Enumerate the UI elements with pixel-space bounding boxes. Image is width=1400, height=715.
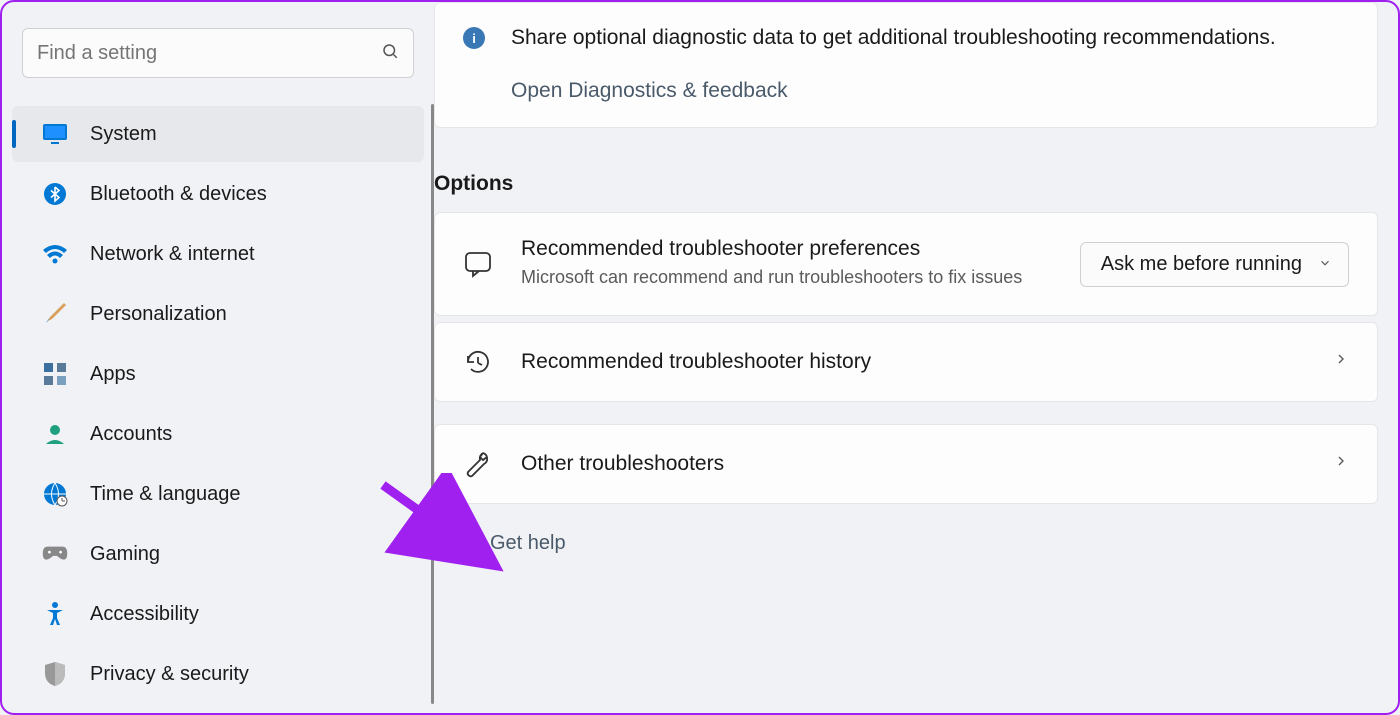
sidebar-item-label: Gaming xyxy=(90,543,160,566)
sidebar-item-label: Time & language xyxy=(90,483,240,506)
chevron-right-icon xyxy=(1333,453,1349,474)
sidebar-item-label: System xyxy=(90,123,157,146)
option-other-troubleshooters[interactable]: Other troubleshooters xyxy=(434,424,1378,504)
chat-icon xyxy=(463,249,493,279)
sidebar-nav: System Bluetooth & devices Network & int… xyxy=(2,104,434,704)
sidebar-item-label: Accessibility xyxy=(90,603,199,626)
accessibility-icon xyxy=(42,601,68,627)
person-icon xyxy=(42,421,68,447)
sidebar-item-label: Network & internet xyxy=(90,243,255,266)
sidebar-item-label: Bluetooth & devices xyxy=(90,183,267,206)
brush-icon xyxy=(42,301,68,327)
get-help-link[interactable]: Get help xyxy=(490,532,566,555)
dropdown-value: Ask me before running xyxy=(1101,253,1302,276)
chevron-right-icon xyxy=(1333,351,1349,372)
wrench-icon xyxy=(463,449,493,479)
open-diagnostics-link[interactable]: Open Diagnostics & feedback xyxy=(511,79,1349,103)
sidebar-scrollbar[interactable] xyxy=(431,104,434,704)
sidebar-item-accounts[interactable]: Accounts xyxy=(12,406,424,462)
sidebar-item-apps[interactable]: Apps xyxy=(12,346,424,402)
sidebar-item-label: Apps xyxy=(90,363,136,386)
option-title: Recommended troubleshooter history xyxy=(521,350,1305,374)
main-content: i Share optional diagnostic data to get … xyxy=(434,2,1398,713)
search-icon xyxy=(381,42,399,65)
sidebar-item-time-language[interactable]: Time & language xyxy=(12,466,424,522)
bluetooth-icon xyxy=(42,181,68,207)
option-troubleshooter-history[interactable]: Recommended troubleshooter history xyxy=(434,322,1378,402)
options-heading: Options xyxy=(434,172,1378,196)
help-icon: ? xyxy=(440,528,466,559)
apps-icon xyxy=(42,361,68,387)
preferences-dropdown[interactable]: Ask me before running xyxy=(1080,242,1349,287)
chevron-down-icon xyxy=(1318,253,1332,276)
sidebar-item-personalization[interactable]: Personalization xyxy=(12,286,424,342)
info-icon: i xyxy=(463,27,485,49)
option-title: Recommended troubleshooter preferences xyxy=(521,237,1052,261)
sidebar-item-bluetooth[interactable]: Bluetooth & devices xyxy=(12,166,424,222)
get-help-row: ? Get help xyxy=(434,510,1378,559)
wifi-icon xyxy=(42,241,68,267)
search-box[interactable] xyxy=(22,28,414,78)
sidebar-item-network[interactable]: Network & internet xyxy=(12,226,424,282)
globe-clock-icon xyxy=(42,481,68,507)
sidebar-item-label: Personalization xyxy=(90,303,227,326)
option-title: Other troubleshooters xyxy=(521,452,1305,476)
diagnostic-info-card: i Share optional diagnostic data to get … xyxy=(434,2,1378,128)
sidebar-item-privacy[interactable]: Privacy & security xyxy=(12,646,424,702)
diagnostic-info-text: Share optional diagnostic data to get ad… xyxy=(511,23,1276,53)
sidebar-item-gaming[interactable]: Gaming xyxy=(12,526,424,582)
sidebar-item-accessibility[interactable]: Accessibility xyxy=(12,586,424,642)
monitor-icon xyxy=(42,121,68,147)
sidebar-item-system[interactable]: System xyxy=(12,106,424,162)
sidebar-item-label: Accounts xyxy=(90,423,172,446)
sidebar: System Bluetooth & devices Network & int… xyxy=(2,2,434,713)
search-input[interactable] xyxy=(37,42,381,65)
shield-icon xyxy=(42,661,68,687)
sidebar-item-label: Privacy & security xyxy=(90,663,249,686)
gamepad-icon xyxy=(42,541,68,567)
svg-text:?: ? xyxy=(456,545,460,552)
option-troubleshooter-preferences[interactable]: Recommended troubleshooter preferences M… xyxy=(434,212,1378,315)
option-description: Microsoft can recommend and run troubles… xyxy=(521,265,1052,290)
history-icon xyxy=(463,347,493,377)
